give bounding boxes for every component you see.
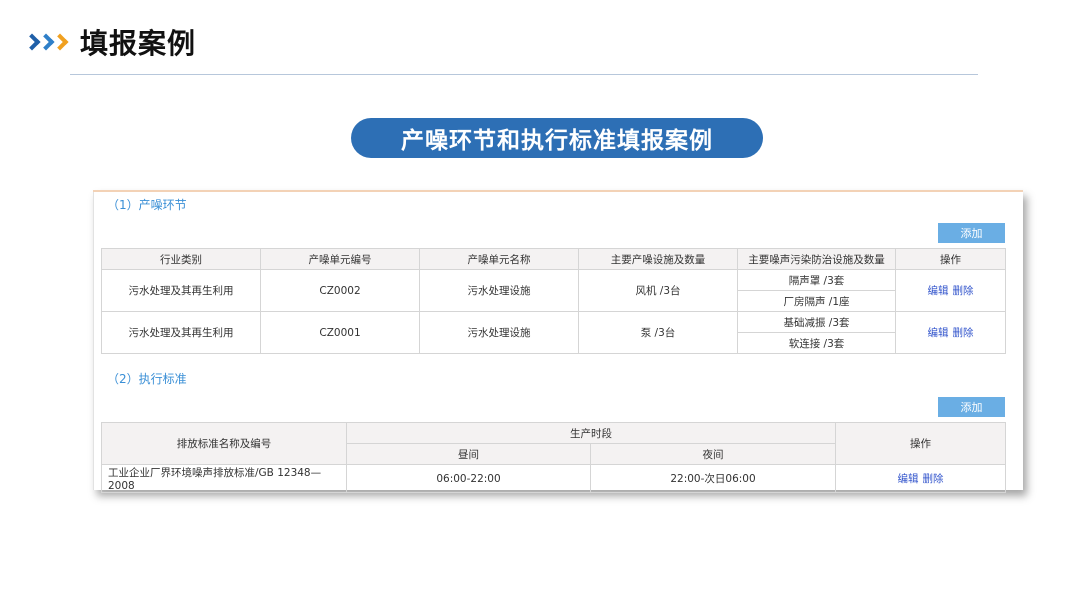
add-noise-unit-button[interactable]: 添加 bbox=[938, 223, 1005, 243]
control-cell: 基础减振 /3套 bbox=[737, 311, 896, 333]
unit-name-cell: 污水处理设施 bbox=[419, 269, 579, 312]
unit-code-cell: CZ0002 bbox=[260, 269, 420, 312]
column-header: 主要噪声污染防治设施及数量 bbox=[737, 248, 896, 270]
noise-unit-table: 行业类别 产噪单元编号 产噪单元名称 主要产噪设施及数量 主要噪声污染防治设施及… bbox=[101, 248, 1006, 354]
edit-link[interactable]: 编辑 bbox=[928, 327, 949, 339]
control-cell: 厂房隔声 /1座 bbox=[737, 290, 896, 312]
table-row: 污水处理及其再生利用 CZ0002 污水处理设施 风机 /3台 隔声罩 /3套 … bbox=[101, 269, 1006, 312]
delete-link[interactable]: 删除 bbox=[923, 473, 944, 485]
control-cell: 隔声罩 /3套 bbox=[737, 269, 896, 291]
slide-header: 填报案例 bbox=[23, 22, 197, 62]
unit-name-cell: 污水处理设施 bbox=[419, 311, 579, 354]
operations-cell: 编辑 删除 bbox=[895, 311, 1006, 354]
column-header: 主要产噪设施及数量 bbox=[578, 248, 738, 270]
page-title: 填报案例 bbox=[80, 27, 197, 60]
column-header: 操作 bbox=[835, 422, 1006, 465]
column-header: 排放标准名称及编号 bbox=[101, 422, 347, 465]
chevron-right-icon bbox=[23, 33, 69, 51]
column-header: 夜间 bbox=[590, 443, 836, 465]
header-divider bbox=[70, 74, 978, 75]
section-title-noise-units: （1）产噪环节 bbox=[107, 198, 187, 212]
column-header: 昼间 bbox=[346, 443, 591, 465]
edit-link[interactable]: 编辑 bbox=[898, 473, 919, 485]
table-header-row: 排放标准名称及编号 生产时段 操作 bbox=[101, 422, 1006, 465]
industry-cell: 污水处理及其再生利用 bbox=[101, 311, 261, 354]
operations-cell: 编辑 删除 bbox=[835, 464, 1006, 493]
operations-cell: 编辑 删除 bbox=[895, 269, 1006, 312]
add-standard-button[interactable]: 添加 bbox=[938, 397, 1005, 417]
screenshot-panel: （1）产噪环节 添加 行业类别 产噪单元编号 产噪单元名称 主要产噪设施及数量 … bbox=[93, 190, 1023, 493]
table-header-row: 行业类别 产噪单元编号 产噪单元名称 主要产噪设施及数量 主要噪声污染防治设施及… bbox=[101, 248, 1006, 270]
night-period-cell: 22:00-次日06:00 bbox=[590, 464, 836, 493]
edit-link[interactable]: 编辑 bbox=[928, 285, 949, 297]
panel-edge bbox=[93, 192, 94, 490]
delete-link[interactable]: 删除 bbox=[953, 327, 974, 339]
delete-link[interactable]: 删除 bbox=[953, 285, 974, 297]
industry-cell: 污水处理及其再生利用 bbox=[101, 269, 261, 312]
column-header: 产噪单元名称 bbox=[419, 248, 579, 270]
column-header: 生产时段 bbox=[346, 422, 836, 444]
table-row: 工业企业厂界环境噪声排放标准/GB 12348—2008 06:00-22:00… bbox=[101, 464, 1006, 493]
column-header: 产噪单元编号 bbox=[260, 248, 420, 270]
table-row: 污水处理及其再生利用 CZ0001 污水处理设施 泵 /3台 基础减振 /3套 … bbox=[101, 311, 1006, 354]
column-header: 行业类别 bbox=[101, 248, 261, 270]
standards-table: 排放标准名称及编号 生产时段 操作 昼间 夜间 工业企业厂界环境噪声排放标准/G… bbox=[101, 422, 1006, 493]
section-title-standards: （2）执行标准 bbox=[107, 372, 187, 386]
standard-name-cell: 工业企业厂界环境噪声排放标准/GB 12348—2008 bbox=[101, 464, 347, 493]
unit-code-cell: CZ0001 bbox=[260, 311, 420, 354]
facility-cell: 风机 /3台 bbox=[578, 269, 738, 312]
control-cell: 软连接 /3套 bbox=[737, 332, 896, 354]
banner-title: 产噪环节和执行标准填报案例 bbox=[351, 118, 763, 158]
column-header: 操作 bbox=[895, 248, 1006, 270]
facility-cell: 泵 /3台 bbox=[578, 311, 738, 354]
day-period-cell: 06:00-22:00 bbox=[346, 464, 591, 493]
